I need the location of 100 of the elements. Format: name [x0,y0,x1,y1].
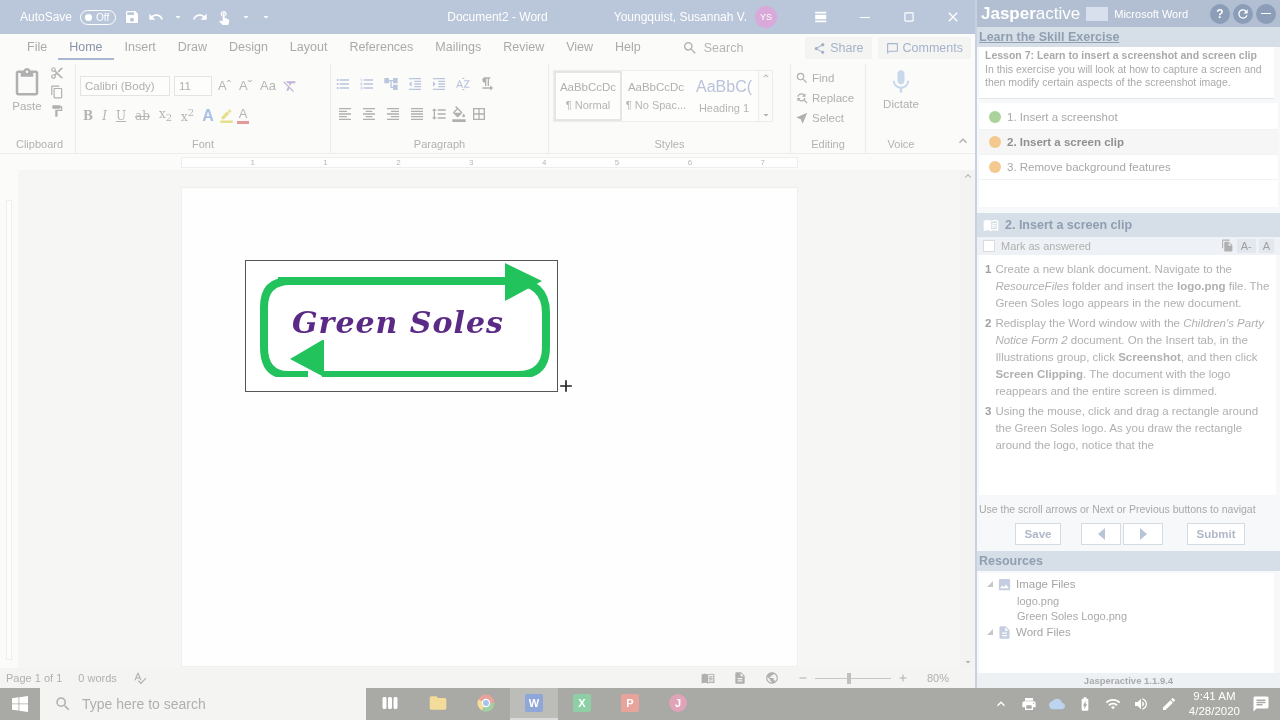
format-button[interactable]: x$_{2}$ [155,106,176,125]
ribbon-tab[interactable]: Review [492,36,556,60]
tree-folder[interactable]: Word Files [1016,626,1071,639]
cut-icon[interactable] [50,66,64,80]
shrink-font-button[interactable]: Aˇ [237,78,254,94]
editing-button[interactable]: Find [795,70,835,86]
next-button[interactable] [1123,522,1163,545]
taskbar-app-button[interactable]: X [558,688,606,720]
taskbar-app-button[interactable]: W [510,688,558,720]
refresh-button[interactable] [1233,3,1253,24]
style-tile[interactable]: AaBbCcDc ¶ Normal [554,71,622,121]
ribbon-tab[interactable]: Help [604,36,652,60]
ribbon-tab[interactable]: References [338,36,425,60]
highlighter-icon[interactable] [218,108,234,123]
sort-icon[interactable] [455,76,471,92]
format-button[interactable]: x$^{2}$ [178,106,198,125]
word-count[interactable]: 0 words [78,672,117,684]
window-title: Document2 - Word [447,10,548,24]
print-layout-icon[interactable] [732,671,747,685]
ribbon-tab[interactable]: Draw [166,36,218,60]
comments-button[interactable]: Comments [877,37,971,59]
copy-icon[interactable] [1220,239,1234,253]
format-button[interactable]: U [112,107,130,124]
decrease-text-button[interactable]: A- [1236,238,1256,253]
resource-file[interactable]: Green Soles Logo.png [987,609,1266,622]
tell-me-field[interactable]: Search [703,41,744,55]
increase-indent-icon[interactable] [431,76,447,92]
editing-button[interactable]: Select [795,110,844,126]
expand-toggle-icon[interactable] [987,581,993,588]
borders-icon[interactable] [471,106,487,122]
change-case-button[interactable]: Aa [258,78,278,94]
align-icon[interactable] [337,106,353,122]
printer-icon[interactable] [1020,696,1037,712]
previous-button[interactable] [1081,522,1121,545]
ribbon-tab[interactable]: Layout [278,36,339,60]
taskbar-app-button[interactable]: P [606,688,654,720]
maximize-icon [902,10,916,24]
align-icon[interactable] [409,106,425,122]
user-avatar[interactable]: YS [755,6,777,28]
format-button[interactable]: ab [132,107,153,124]
refresh-icon [1236,6,1250,21]
page-count[interactable]: Page 1 of 1 [6,672,63,684]
line-spacing-icon[interactable] [431,106,447,122]
selected-image[interactable]: Green Soles [245,260,558,392]
clock-time[interactable]: 9:41 AM [1193,689,1236,704]
taskbar-search-field[interactable]: Type here to search [82,696,206,712]
ribbon-tab[interactable]: File [16,36,59,60]
format-button[interactable]: I [99,107,110,124]
step-text: Using the mouse, click and drag a rectangle around the Green Soles logo. As you draw the rectangle around the logo, notice that the [995,403,1260,453]
tree-folder[interactable]: Image Files [1016,578,1076,591]
dictate-button[interactable]: Dictate [879,66,923,138]
decrease-indent-icon[interactable] [407,76,423,92]
share-button[interactable]: Share [805,37,872,59]
bullets-icon[interactable] [335,76,351,92]
cloud-icon[interactable] [1048,696,1065,712]
align-icon[interactable] [385,106,401,122]
font-name-field[interactable]: Calibri (Body) [80,76,170,96]
notifications-icon[interactable] [1252,695,1270,713]
grow-font-button[interactable]: Aˆ [216,78,233,94]
mark-answered-checkbox[interactable] [983,239,995,252]
format-button[interactable]: B [80,107,97,124]
ribbon-tab[interactable]: Home [58,36,114,60]
next-arrow-icon [1139,527,1147,540]
save-button[interactable]: Save [1015,522,1061,545]
web-layout-icon[interactable] [764,671,779,685]
shading-icon[interactable] [451,106,467,122]
font-color-button[interactable]: A [236,106,250,125]
task-item[interactable]: 2. Insert a screen clip [979,129,1278,155]
editing-button[interactable]: Replace [795,90,855,106]
clear-formatting-icon[interactable] [281,78,298,94]
ribbon-tab[interactable]: Insert [113,36,167,60]
expand-toggle-icon[interactable] [987,629,993,636]
pilcrow-icon[interactable] [479,76,495,92]
proofing-icon[interactable] [132,671,147,685]
wifi-icon[interactable] [1104,696,1121,712]
zoom-slider-thumb[interactable] [847,672,852,684]
format-painter-icon[interactable] [50,104,64,118]
help-button[interactable]: ? [1210,3,1230,24]
font-size-field[interactable]: 11 [174,76,212,96]
save-icon[interactable] [124,9,141,25]
minimize-button[interactable] [1256,3,1276,24]
numbering-icon[interactable] [359,76,375,92]
increase-text-button[interactable]: A [1258,238,1274,253]
submit-button[interactable]: Submit [1187,522,1245,545]
clock-date[interactable]: 4/28/2020 [1188,704,1240,719]
text-effects-button[interactable]: A [200,106,216,125]
volume-icon[interactable] [1132,696,1149,712]
pen-icon[interactable] [1160,696,1177,712]
read-mode-icon[interactable] [700,671,715,685]
zoom-level[interactable]: 80% [926,672,949,684]
copy-icon[interactable] [50,85,64,99]
ribbon-tab[interactable]: Design [217,36,279,60]
ribbon-tab[interactable]: View [555,36,605,60]
windows-logo-icon[interactable] [12,696,28,712]
multilevel-list-icon[interactable] [383,76,399,92]
taskbar-app-button[interactable]: J [654,688,702,720]
resource-file[interactable]: logo.png [987,594,1266,607]
ribbon-tab[interactable]: Mailings [424,36,493,60]
paste-button[interactable]: Paste [8,66,46,138]
align-icon[interactable] [361,106,377,122]
